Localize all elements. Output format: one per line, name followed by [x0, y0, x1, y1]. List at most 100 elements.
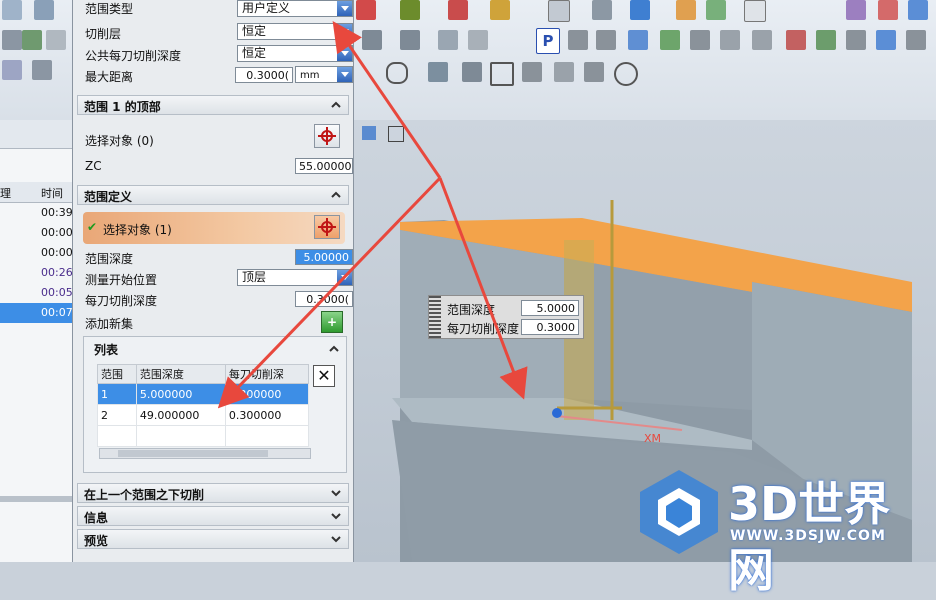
toolbar-icon[interactable] — [438, 30, 458, 50]
toolbar-icon[interactable] — [906, 30, 926, 50]
toolbar-icon[interactable] — [846, 30, 866, 50]
list-item[interactable]: 00:00 — [0, 223, 73, 243]
delete-icon[interactable]: ✕ — [313, 365, 335, 387]
chevron-up-icon[interactable] — [328, 343, 340, 355]
pnc-icon[interactable]: P — [536, 28, 560, 54]
section-info[interactable]: 信息 — [77, 506, 349, 526]
toolbar-icon[interactable] — [690, 30, 710, 50]
toolbar-icon[interactable] — [428, 62, 448, 82]
toolbar-icon[interactable] — [2, 0, 22, 20]
chevron-down-icon[interactable] — [337, 24, 352, 39]
circle-icon[interactable] — [614, 62, 638, 86]
toolbar-icon[interactable] — [522, 62, 542, 82]
chevron-down-icon[interactable] — [337, 1, 352, 16]
max-distance-input[interactable]: 0.3000( — [235, 67, 293, 83]
toolbar-icon[interactable] — [548, 0, 570, 22]
toolbar-icon[interactable] — [448, 0, 468, 20]
list-item[interactable]: 00:05 — [0, 283, 73, 303]
toolbar-icon[interactable] — [2, 30, 22, 50]
chevron-down-icon[interactable] — [330, 487, 342, 499]
toolbar-icon[interactable] — [592, 0, 612, 20]
toolbar-icon[interactable] — [362, 30, 382, 50]
select-object-button[interactable] — [314, 215, 340, 239]
col-header[interactable]: 范围 — [97, 364, 137, 384]
toolbar-icon[interactable] — [584, 62, 604, 82]
per-cut-depth-input[interactable]: 0.3000( — [295, 291, 353, 307]
grid-icon[interactable] — [388, 126, 404, 142]
toolbar-icon[interactable] — [628, 30, 648, 50]
toolbar-icon[interactable] — [400, 30, 420, 50]
list-item[interactable]: 00:39 — [0, 203, 73, 223]
section-preview[interactable]: 预览 — [77, 529, 349, 549]
measure-start-select[interactable]: 顶层 — [237, 269, 353, 286]
toolbar-icon[interactable] — [720, 30, 740, 50]
toolbar-icon[interactable] — [660, 30, 680, 50]
col-header[interactable]: 每刀切削深 — [224, 364, 310, 384]
toolbar-icon[interactable] — [676, 0, 696, 20]
select-object-selected-row[interactable]: ✔ 选择对象 (1) — [83, 212, 345, 244]
common-depth-row: 公共每刀切削深度 恒定 — [83, 44, 353, 64]
anchor-icon[interactable] — [32, 60, 52, 80]
dim-depth-input[interactable]: 5.0000 — [521, 300, 579, 316]
list-item[interactable]: 00:26 — [0, 263, 73, 283]
list-item[interactable]: 00:00 — [0, 243, 73, 263]
table-header-row: 范围 范围深度 每刀切削深 — [97, 364, 310, 384]
toolbar-icon[interactable] — [752, 30, 772, 50]
table-row[interactable]: 1 5.000000 0.300000 — [97, 383, 310, 405]
toolbar-icon[interactable] — [490, 0, 510, 20]
table-row[interactable] — [97, 425, 310, 447]
toolbar-icon[interactable] — [706, 0, 726, 20]
select-object-button[interactable] — [314, 124, 340, 148]
dim-depth-label: 范围深度 — [447, 303, 496, 317]
toolbar-icon[interactable] — [878, 0, 898, 20]
toolbar-icon[interactable] — [356, 0, 376, 20]
toolbar-icon[interactable] — [22, 30, 42, 50]
section-range-top[interactable]: 范围 1 的顶部 — [77, 95, 349, 115]
toolbar-icon[interactable] — [786, 30, 806, 50]
grip-handle[interactable] — [429, 296, 441, 338]
toolbar-icon[interactable] — [876, 30, 896, 50]
table-scrollbar[interactable] — [99, 448, 311, 459]
chevron-down-icon[interactable] — [337, 67, 352, 82]
toolbar-icon[interactable] — [846, 0, 866, 20]
chevron-up-icon[interactable] — [330, 99, 342, 111]
cut-level-select[interactable]: 恒定 — [237, 23, 353, 40]
chevron-up-icon[interactable] — [330, 189, 342, 201]
toolbar-icon[interactable] — [468, 30, 488, 50]
toolbar-icon[interactable] — [596, 30, 616, 50]
cube-icon[interactable] — [630, 0, 650, 20]
unit-select[interactable]: mm — [295, 66, 353, 83]
range-type-select[interactable]: 用户定义 — [237, 0, 353, 17]
chevron-down-icon[interactable] — [337, 46, 352, 61]
time-value: 00:26 — [41, 266, 73, 279]
scrollbar[interactable] — [0, 496, 72, 502]
chevron-down-icon[interactable] — [330, 533, 342, 545]
chevron-down-icon[interactable] — [337, 270, 352, 285]
scrollbar-thumb[interactable] — [118, 450, 268, 457]
table-row[interactable]: 2 49.000000 0.300000 — [97, 404, 310, 426]
toolbar-icon[interactable] — [34, 0, 54, 20]
toolbar-icon[interactable] — [744, 0, 766, 22]
toolbar-icon[interactable] — [908, 0, 928, 20]
common-depth-select[interactable]: 恒定 — [237, 45, 353, 62]
section-cut-below[interactable]: 在上一个范围之下切削 — [77, 483, 349, 503]
hexagon-icon[interactable] — [386, 62, 408, 84]
list-item-selected[interactable]: 00:07 — [0, 303, 73, 323]
toolbar-icon[interactable] — [46, 30, 66, 50]
dim-cut-label: 每刀切削深度 — [447, 322, 520, 336]
square-icon[interactable] — [490, 62, 514, 86]
range-depth-input[interactable]: 5.00000 — [295, 249, 353, 265]
add-set-icon[interactable]: + — [321, 311, 343, 333]
toolbar-icon[interactable] — [568, 30, 588, 50]
toolbar-icon[interactable] — [2, 60, 22, 80]
dim-cut-input[interactable]: 0.3000 — [521, 319, 579, 335]
section-range-definition[interactable]: 范围定义 — [77, 185, 349, 205]
toolbar-icon[interactable] — [816, 30, 836, 50]
toolbar-icon[interactable] — [554, 62, 574, 82]
col-header[interactable]: 范围深度 — [135, 364, 226, 384]
toolbar-icon[interactable] — [400, 0, 420, 20]
view-icon[interactable] — [362, 126, 376, 140]
toolbar-icon[interactable] — [462, 62, 482, 82]
zc-input[interactable]: 55.00000 — [295, 158, 353, 174]
chevron-down-icon[interactable] — [330, 510, 342, 522]
